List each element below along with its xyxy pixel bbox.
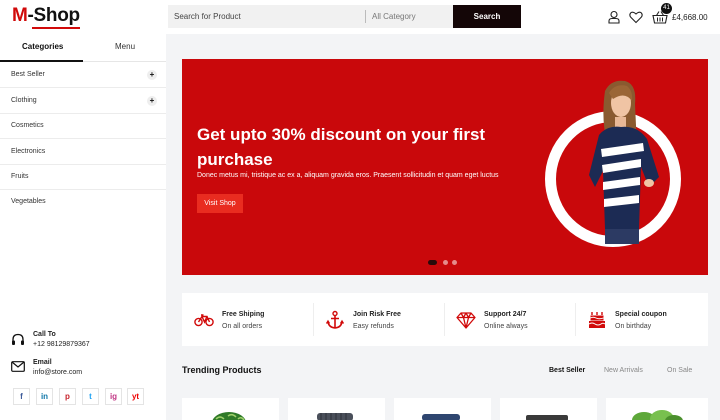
sidebar-item-label: Fruits bbox=[11, 173, 29, 180]
sidebar-item-label: Clothing bbox=[11, 97, 37, 104]
feature-subtitle: Online always bbox=[484, 323, 528, 330]
youtube-icon[interactable]: yt bbox=[127, 388, 144, 405]
twitter-icon[interactable]: t bbox=[82, 388, 99, 405]
heart-icon[interactable] bbox=[629, 10, 643, 24]
feature-subtitle: On all orders bbox=[222, 323, 263, 330]
product-image bbox=[317, 413, 353, 420]
sidebar-item-label: Cosmetics bbox=[11, 122, 44, 129]
expand-icon[interactable]: + bbox=[147, 70, 157, 80]
product-card[interactable] bbox=[500, 398, 597, 420]
search-input[interactable] bbox=[174, 5, 364, 28]
vegetables-image bbox=[632, 410, 683, 420]
features-strip: Free Shiping On all orders Join Risk Fre… bbox=[182, 293, 708, 346]
hero-title: Get upto 30% discount on your first purc… bbox=[197, 125, 486, 169]
sidebar-item-electronics[interactable]: Electronics bbox=[0, 139, 166, 165]
sidebar-item-label: Vegetables bbox=[11, 198, 46, 205]
feature-title: Special coupon bbox=[615, 311, 667, 318]
search-divider bbox=[365, 10, 366, 23]
sidebar-item-cosmetics[interactable]: Cosmetics bbox=[0, 113, 166, 139]
category-select[interactable]: All Category bbox=[372, 5, 416, 28]
headset-icon bbox=[12, 333, 24, 345]
sidebar-item-best-seller[interactable]: Best Seller + bbox=[0, 62, 166, 88]
watermelon-image bbox=[212, 412, 246, 420]
sidebar-item-label: Best Seller bbox=[11, 71, 45, 78]
logo-underline bbox=[32, 27, 80, 29]
tab-categories[interactable]: Categories bbox=[22, 42, 63, 51]
logo[interactable]: M-Shop bbox=[12, 5, 80, 27]
hero-description: Donec metus mi, tristique ac ex a, aliqu… bbox=[197, 172, 499, 179]
tab-best-seller[interactable]: Best Seller bbox=[549, 367, 585, 374]
product-card[interactable] bbox=[394, 398, 491, 420]
logo-text: -Shop bbox=[27, 5, 81, 26]
cart-total[interactable]: £4,668.00 bbox=[672, 13, 708, 22]
feature-title: Free Shiping bbox=[222, 311, 265, 318]
feature-subtitle: Easy refunds bbox=[353, 323, 394, 330]
tab-on-sale[interactable]: On Sale bbox=[667, 367, 692, 374]
pinterest-icon[interactable]: p bbox=[59, 388, 76, 405]
product-card[interactable] bbox=[182, 398, 279, 420]
call-label: Call To bbox=[33, 331, 56, 338]
anchor-icon bbox=[325, 310, 345, 329]
call-number[interactable]: +12 98129879367 bbox=[33, 341, 90, 348]
product-image bbox=[526, 415, 568, 420]
bicycle-icon bbox=[194, 314, 214, 327]
facebook-icon[interactable]: f bbox=[13, 388, 30, 405]
feature-free-shipping: Free Shiping On all orders bbox=[182, 293, 313, 346]
slider-dot[interactable] bbox=[443, 260, 448, 265]
product-card[interactable] bbox=[288, 398, 385, 420]
trending-products-heading: Trending Products bbox=[182, 365, 262, 375]
visit-shop-button[interactable]: Visit Shop bbox=[197, 194, 243, 213]
expand-icon[interactable]: + bbox=[147, 96, 157, 106]
sidebar-item-clothing[interactable]: Clothing + bbox=[0, 88, 166, 114]
feature-subtitle: On birthday bbox=[615, 323, 652, 330]
feature-title: Support 24/7 bbox=[484, 311, 527, 318]
feature-title: Join Risk Free bbox=[353, 311, 401, 318]
sidebar: Categories Menu Best Seller + Clothing +… bbox=[0, 34, 166, 420]
sidebar-item-label: Electronics bbox=[11, 148, 46, 155]
logo-initial: M bbox=[12, 5, 28, 26]
cake-icon bbox=[588, 312, 606, 328]
email-label: Email bbox=[33, 359, 52, 366]
product-card[interactable] bbox=[606, 398, 708, 420]
search-button[interactable]: Search bbox=[453, 5, 521, 28]
tab-new-arrivals[interactable]: New Arrivals bbox=[604, 367, 643, 374]
feature-support: Support 24/7 Online always bbox=[444, 293, 575, 346]
slider-dot-active[interactable] bbox=[428, 260, 437, 265]
hero-banner: Get upto 30% discount on your first purc… bbox=[182, 59, 708, 275]
sidebar-item-fruits[interactable]: Fruits bbox=[0, 164, 166, 190]
instagram-icon[interactable]: ig bbox=[105, 388, 122, 405]
sidebar-item-vegetables[interactable]: Vegetables bbox=[0, 189, 166, 215]
hero-model-image bbox=[589, 80, 659, 244]
diamond-icon bbox=[456, 312, 476, 329]
sidebar-tabs: Categories Menu bbox=[0, 34, 166, 62]
slider-dot[interactable] bbox=[452, 260, 457, 265]
mail-icon bbox=[11, 361, 25, 372]
email-address[interactable]: info@store.com bbox=[33, 369, 82, 376]
product-image bbox=[422, 414, 460, 420]
user-icon[interactable] bbox=[607, 10, 621, 24]
linkedin-icon[interactable]: in bbox=[36, 388, 53, 405]
feature-special-coupon: Special coupon On birthday bbox=[575, 293, 706, 346]
cart-count-badge: 41 bbox=[661, 3, 672, 14]
feature-join-risk-free: Join Risk Free Easy refunds bbox=[313, 293, 444, 346]
tab-menu[interactable]: Menu bbox=[115, 42, 135, 51]
header: M-Shop All Category Search 41 £4,668.00 bbox=[0, 0, 720, 34]
search-bar: All Category Search bbox=[168, 5, 521, 28]
